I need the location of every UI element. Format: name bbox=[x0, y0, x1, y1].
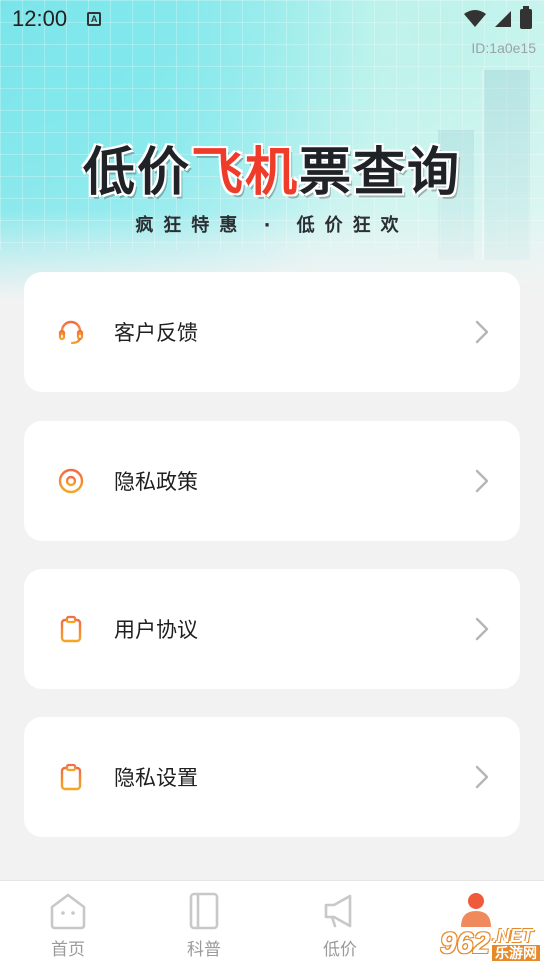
chevron-right-icon bbox=[475, 765, 489, 789]
signal-icon bbox=[495, 11, 511, 27]
app-title: 低价飞机票查询 bbox=[83, 130, 461, 205]
battery-icon bbox=[520, 6, 532, 29]
tab-label: 低价 bbox=[323, 940, 357, 960]
watermark-cn: 乐游网 bbox=[492, 945, 540, 961]
watermark-logo: 962 .NET 乐游网 bbox=[440, 924, 540, 964]
menu-item-feedback[interactable]: 客户反馈 bbox=[24, 272, 520, 392]
privacy-ring-icon bbox=[56, 466, 86, 496]
hero-title-block: 低价飞机票查询 疯狂特惠 · 低价狂欢 bbox=[0, 130, 544, 237]
notification-a-icon: A bbox=[87, 12, 102, 26]
title-highlight: 飞机 bbox=[190, 143, 299, 203]
watermark-text-box: .NET 乐游网 bbox=[492, 927, 540, 961]
home-icon bbox=[50, 893, 86, 930]
menu-item-label: 用户协议 bbox=[114, 618, 198, 642]
menu-item-label: 隐私政策 bbox=[114, 470, 198, 494]
menu-item-label: 隐私设置 bbox=[114, 766, 198, 790]
clipboard-icon bbox=[56, 614, 86, 644]
clipboard-icon bbox=[56, 762, 86, 792]
app-subtitle: 疯狂特惠 · 低价狂欢 bbox=[135, 215, 409, 236]
tab-home[interactable]: 首页 bbox=[0, 881, 136, 968]
chevron-right-icon bbox=[475, 469, 489, 493]
status-indicators bbox=[464, 6, 532, 29]
tab-label: 科普 bbox=[187, 940, 221, 960]
menu-item-label: 客户反馈 bbox=[114, 321, 198, 345]
headset-icon bbox=[56, 317, 86, 347]
tab-label: 首页 bbox=[51, 940, 85, 960]
tab-lowprice[interactable]: 低价 bbox=[272, 881, 408, 968]
book-icon bbox=[189, 892, 219, 930]
wifi-icon bbox=[464, 10, 486, 27]
watermark-number: 962 bbox=[439, 927, 490, 960]
menu-item-privacy-policy[interactable]: 隐私政策 bbox=[24, 421, 520, 541]
status-time: 12:00 bbox=[12, 6, 68, 31]
chevron-right-icon bbox=[475, 617, 489, 641]
menu-item-privacy-settings[interactable]: 隐私设置 bbox=[24, 717, 520, 837]
tab-science[interactable]: 科普 bbox=[136, 881, 272, 968]
device-id-label: ID:1a0e15 bbox=[471, 40, 536, 56]
status-bar: 12:00 A bbox=[0, 0, 544, 38]
menu-item-user-agreement[interactable]: 用户协议 bbox=[24, 569, 520, 689]
title-part-2: 票查询 bbox=[299, 143, 462, 203]
title-part-1: 低价 bbox=[82, 143, 191, 203]
watermark-net: .NET bbox=[492, 926, 534, 946]
megaphone-icon bbox=[324, 894, 352, 928]
chevron-right-icon bbox=[475, 320, 489, 344]
